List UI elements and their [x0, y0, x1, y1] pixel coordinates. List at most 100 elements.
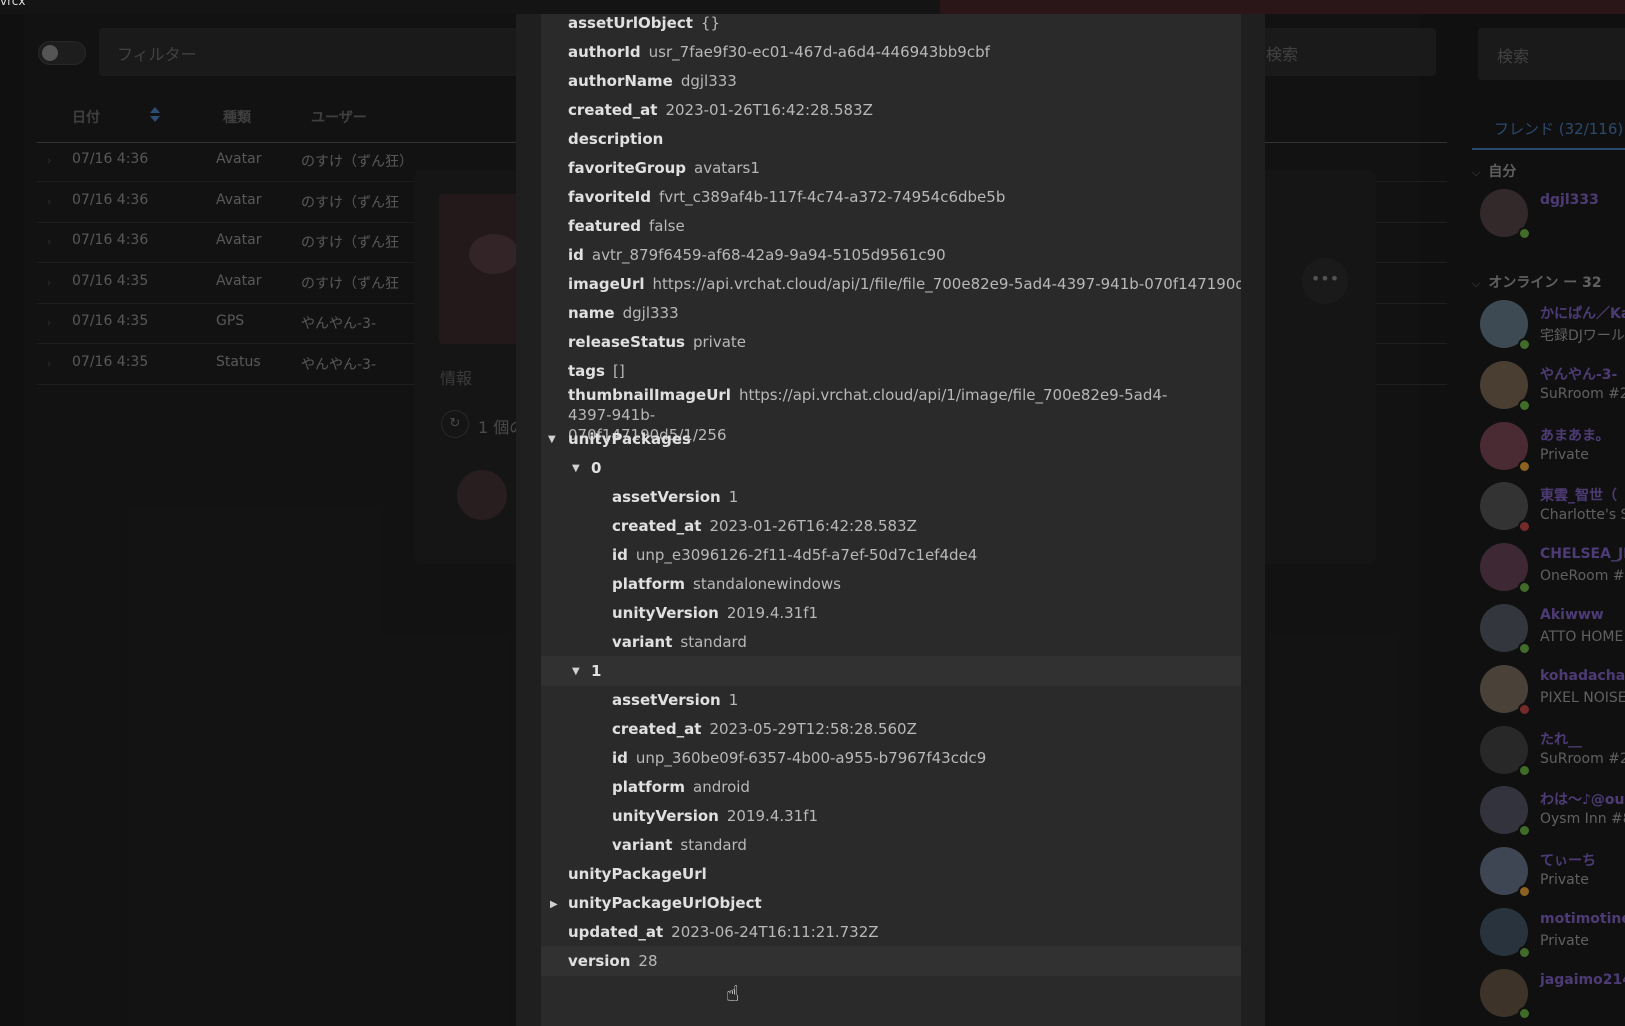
json-key: 0 [591, 459, 602, 477]
json-key: platform [612, 575, 686, 593]
json-property-releaseStatus: releaseStatus private [568, 333, 746, 351]
json-property-id: id unp_e3096126-2f11-4d5f-a7ef-50d7c1ef4d… [612, 546, 977, 564]
json-key: authorId [568, 43, 641, 61]
json-property-favoriteId: favoriteId fvrt_c389af4b-117f-4c74-a372-7… [568, 188, 1005, 206]
json-value: avatars1 [694, 159, 760, 177]
window-titlebar: vrcx [0, 0, 1625, 14]
avatar-json-dialog: assetUrlObject {} authorId usr_7fae9f30-ec0… [516, 14, 1265, 1026]
json-property-tags: tags [] [568, 362, 625, 380]
json-key: featured [568, 217, 641, 235]
json-value: fvrt_c389af4b-117f-4c74-a372-74954c6dbe5… [658, 188, 1006, 206]
json-property-featured: featured false [568, 217, 685, 235]
json-value: https://api.vrchat.cloud/api/1/file/file… [652, 275, 1241, 293]
json-key: tags [568, 362, 605, 380]
json-value: 1 [728, 691, 739, 709]
json-property-unityVersion: unityVersion 2019.4.31f1 [612, 807, 818, 825]
json-property-created_at: created_at 2023-01-26T16:42:28.583Z [568, 101, 873, 119]
json-key: version [568, 952, 631, 970]
json-key: id [568, 246, 584, 264]
json-key: variant [612, 836, 673, 854]
json-key: unityPackageUrl [568, 865, 707, 883]
collapse-triangle-icon[interactable]: ▼ [572, 666, 580, 677]
json-value: private [692, 333, 747, 351]
json-value: avtr_879f6459-af68-42a9-9a94-5105d9561c9… [591, 246, 946, 264]
json-key: thumbnailImageUrl [568, 386, 731, 404]
json-value: standard [680, 633, 747, 651]
json-property-unityPackageUrl: unityPackageUrl [568, 865, 715, 883]
collapse-triangle-icon[interactable]: ▼ [548, 434, 556, 445]
json-value: standard [680, 836, 747, 854]
json-index-1[interactable]: 1 [591, 662, 609, 680]
json-property-description: description [568, 130, 671, 148]
expand-triangle-icon[interactable]: ▶ [550, 899, 558, 910]
json-property-updated_at: updated_at 2023-06-24T16:11:21.732Z [568, 923, 879, 941]
json-index-0[interactable]: 0 [591, 459, 609, 477]
json-key: updated_at [568, 923, 664, 941]
mouse-cursor-icon: ☝ [726, 982, 740, 1007]
json-value: 1 [728, 488, 739, 506]
row-highlight [541, 656, 1241, 686]
json-key: created_at [568, 101, 658, 119]
json-property-unityPackageUrlObject[interactable]: unityPackageUrlObject [568, 894, 770, 912]
json-property-favoriteGroup: favoriteGroup avatars1 [568, 159, 760, 177]
json-key: unityPackageUrlObject [568, 894, 762, 912]
json-property-platform: platform android [612, 778, 750, 796]
json-property-variant: variant standard [612, 633, 747, 651]
json-key: id [612, 546, 628, 564]
json-value: 2023-06-24T16:11:21.732Z [671, 923, 879, 941]
json-key: platform [612, 778, 686, 796]
json-property-authorId: authorId usr_7fae9f30-ec01-467d-a6d4-4469… [568, 43, 990, 61]
json-key: unityVersion [612, 604, 719, 622]
json-property-version: version 28 [568, 952, 658, 970]
json-property-assetVersion: assetVersion 1 [612, 488, 738, 506]
titlebar-accent [940, 0, 1625, 14]
json-key: variant [612, 633, 673, 651]
json-key: description [568, 130, 664, 148]
json-key: releaseStatus [568, 333, 685, 351]
json-value: 28 [638, 952, 658, 970]
json-key: created_at [612, 517, 702, 535]
json-property-unityPackages[interactable]: unityPackages [568, 430, 699, 448]
json-property-created_at: created_at 2023-05-29T12:58:28.560Z [612, 720, 917, 738]
json-property-unityVersion: unityVersion 2019.4.31f1 [612, 604, 818, 622]
json-property-assetUrlObject: assetUrlObject {} [568, 14, 720, 32]
json-tree: assetUrlObject {} authorId usr_7fae9f30-ec0… [541, 14, 1241, 1026]
collapse-triangle-icon[interactable]: ▼ [572, 463, 580, 474]
json-value: 2023-01-26T16:42:28.583Z [665, 101, 873, 119]
json-key: id [612, 749, 628, 767]
json-key: unityVersion [612, 807, 719, 825]
json-value: usr_7fae9f30-ec01-467d-a6d4-446943bb9cbf [648, 43, 990, 61]
json-property-assetVersion: assetVersion 1 [612, 691, 738, 709]
json-key: imageUrl [568, 275, 645, 293]
json-property-created_at: created_at 2023-01-26T16:42:28.583Z [612, 517, 917, 535]
json-property-authorName: authorName dgjl333 [568, 72, 737, 90]
json-key: created_at [612, 720, 702, 738]
json-key: assetVersion [612, 488, 721, 506]
json-value: dgjl333 [680, 72, 737, 90]
json-value: unp_e3096126-2f11-4d5f-a7ef-50d7c1ef4de4 [635, 546, 978, 564]
json-value: 2023-01-26T16:42:28.583Z [709, 517, 917, 535]
json-key: assetUrlObject [568, 14, 693, 32]
json-value: standalonewindows [693, 575, 841, 593]
json-property-name: name dgjl333 [568, 304, 679, 322]
json-key: favoriteId [568, 188, 651, 206]
json-value: 2019.4.31f1 [726, 807, 819, 825]
json-key: favoriteGroup [568, 159, 687, 177]
json-key: unityPackages [568, 430, 691, 448]
json-value: 2019.4.31f1 [726, 604, 819, 622]
json-value: 2023-05-29T12:58:28.560Z [709, 720, 917, 738]
json-value: [] [612, 362, 625, 380]
json-key: assetVersion [612, 691, 721, 709]
json-property-platform: platform standalonewindows [612, 575, 841, 593]
json-property-id: id unp_360be09f-6357-4b00-a955-b7967f43cd… [612, 749, 986, 767]
json-value: unp_360be09f-6357-4b00-a955-b7967f43cdc9 [635, 749, 987, 767]
json-key: authorName [568, 72, 673, 90]
json-property-id: id avtr_879f6459-af68-42a9-9a94-5105d9561… [568, 246, 946, 264]
json-property-imageUrl: imageUrl https://api.vrchat.cloud/api/1/f… [568, 275, 1241, 293]
json-property-variant: variant standard [612, 836, 747, 854]
json-value: false [648, 217, 685, 235]
json-value: dgjl333 [622, 304, 679, 322]
json-value: {} [700, 14, 721, 32]
json-key: 1 [591, 662, 602, 680]
json-value: android [693, 778, 750, 796]
